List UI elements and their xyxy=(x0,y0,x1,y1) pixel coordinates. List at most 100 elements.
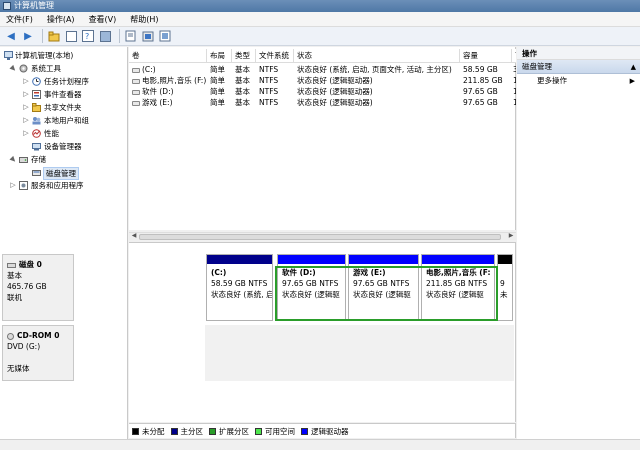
disk-status: 联机 xyxy=(7,293,22,302)
users-icon xyxy=(32,116,41,125)
settings-icon[interactable] xyxy=(158,29,172,43)
partition-size: 97.65 GB NTFS xyxy=(282,279,339,288)
tree-item-services-applications[interactable]: ▷ 服务和应用程序 xyxy=(0,179,127,192)
cell-layout: 简单 xyxy=(210,98,225,107)
legend-label: 扩展分区 xyxy=(219,426,249,436)
column-header-layout[interactable]: 布局 xyxy=(207,49,232,63)
properties-icon[interactable] xyxy=(141,29,155,43)
table-row[interactable]: (C:) 简单 基本 NTFS 状态良好 (系统, 启动, 页面文件, 活动, … xyxy=(129,64,516,75)
menu-view[interactable]: 查看(V) xyxy=(89,14,117,25)
up-folder-icon[interactable] xyxy=(47,29,61,43)
svg-text:?: ? xyxy=(85,32,89,41)
column-header-type[interactable]: 类型 xyxy=(232,49,256,63)
partition-name: 电影,照片,音乐 (F: xyxy=(426,268,491,277)
menu-help[interactable]: 帮助(H) xyxy=(130,14,158,25)
table-row[interactable]: 软件 (D:) 简单 基本 NTFS 状态良好 (逻辑驱动器) 97.65 GB… xyxy=(129,86,516,97)
show-hide-tree-icon[interactable] xyxy=(64,29,78,43)
tree-item-label: 事件查看器 xyxy=(44,90,82,99)
toolbar-separator xyxy=(42,29,43,43)
partition-f[interactable]: 电影,照片,音乐 (F: 211.85 GB NTFS 状态良好 (逻辑驱 xyxy=(421,254,495,321)
partition-status: 状态良好 (逻辑驱 xyxy=(282,290,340,299)
partition-size: 97.65 GB NTFS xyxy=(353,279,410,288)
volume-list-header: 卷 布局 类型 文件系统 状态 容量 可 xyxy=(129,49,516,63)
expand-arrow-icon[interactable]: ▷ xyxy=(22,127,30,140)
cell-status: 状态良好 (逻辑驱动器) xyxy=(297,87,373,96)
legend-item-logical: 逻辑驱动器 xyxy=(301,426,349,437)
partition-status: 状态良好 (逻辑驱 xyxy=(426,290,484,299)
cell-type: 基本 xyxy=(235,65,250,74)
tree-item-label: 计算机管理(本地) xyxy=(15,51,74,60)
expand-arrow-icon[interactable]: ▷ xyxy=(9,179,17,192)
column-header-capacity[interactable]: 容量 xyxy=(460,49,512,63)
cell-status: 状态良好 (系统, 启动, 页面文件, 活动, 主分区) xyxy=(297,65,452,74)
disk-type: DVD (G:) xyxy=(7,342,41,351)
help-icon[interactable]: ? xyxy=(81,29,95,43)
column-header-status[interactable]: 状态 xyxy=(294,49,460,63)
expand-arrow-icon[interactable]: ▷ xyxy=(22,88,30,101)
cdrom-0-label[interactable]: CD-ROM 0 DVD (G:) 无媒体 xyxy=(2,325,74,381)
status-bar xyxy=(0,439,640,450)
tree-item-device-manager[interactable]: 设备管理器 xyxy=(0,140,127,153)
cell-volume: 软件 (D:) xyxy=(129,86,207,97)
menu-file[interactable]: 文件(F) xyxy=(6,14,33,25)
cell-layout: 简单 xyxy=(210,87,225,96)
scrollbar-thumb[interactable] xyxy=(139,234,501,240)
more-actions[interactable]: 更多操作 ▶ xyxy=(517,74,640,88)
column-header-free[interactable]: 可 xyxy=(512,49,516,63)
cell-capacity: 97.65 GB xyxy=(463,98,498,107)
expand-arrow-icon[interactable]: ▷ xyxy=(22,75,30,88)
refresh-icon[interactable] xyxy=(124,29,138,43)
column-header-filesystem[interactable]: 文件系统 xyxy=(256,49,294,63)
menu-bar: 文件(F) 操作(A) 查看(V) 帮助(H) xyxy=(0,12,640,27)
legend-swatch xyxy=(170,427,178,435)
partition-bar xyxy=(278,255,345,264)
partition-status: 状态良好 (逻辑驱 xyxy=(353,290,411,299)
disk-status: 无媒体 xyxy=(7,364,30,373)
legend-swatch xyxy=(132,427,139,435)
tree-item-performance[interactable]: ▷ 性能 xyxy=(0,127,127,140)
partition-d[interactable]: 软件 (D:) 97.65 GB NTFS 状态良好 (逻辑驱 xyxy=(277,254,346,321)
tree-item-disk-management[interactable]: 磁盘管理 xyxy=(0,166,127,180)
tree-item-storage[interactable]: ▲ 存储 xyxy=(0,153,127,166)
cell-layout: 简单 xyxy=(210,76,225,85)
expand-arrow-icon[interactable]: ▷ xyxy=(22,101,30,114)
column-header-volume[interactable]: 卷 xyxy=(129,49,207,63)
tree-item-task-scheduler[interactable]: ▷ 任务计划程序 xyxy=(0,75,127,88)
legend-swatch xyxy=(209,427,216,435)
tree-item-system-tools[interactable]: ▲ 系统工具 xyxy=(0,62,127,75)
collapse-up-icon[interactable]: ▲ xyxy=(631,60,636,74)
partition-e[interactable]: 游戏 (E:) 97.65 GB NTFS 状态良好 (逻辑驱 xyxy=(348,254,419,321)
tree-item-label: 本地用户和组 xyxy=(44,116,89,125)
horizontal-scrollbar[interactable]: ◀ ▶ xyxy=(129,232,516,240)
menu-action[interactable]: 操作(A) xyxy=(47,14,75,25)
partition-c[interactable]: (C:) 58.59 GB NTFS 状态良好 (系统, 启 xyxy=(206,254,273,321)
tree-item-shared-folders[interactable]: ▷ 共享文件夹 xyxy=(0,101,127,114)
forward-arrow-icon[interactable]: ▶ xyxy=(21,29,35,43)
scroll-left-icon[interactable]: ◀ xyxy=(130,232,138,239)
actions-section-disk-management[interactable]: 磁盘管理 ▲ xyxy=(517,60,640,74)
tree-item-local-users-groups[interactable]: ▷ 本地用户和组 xyxy=(0,114,127,127)
tree-item-label: 共享文件夹 xyxy=(44,103,82,112)
computer-management-icon xyxy=(3,2,11,10)
tree-item-computer-management[interactable]: 计算机管理(本地) xyxy=(0,49,127,62)
show-hide-action-pane-icon[interactable] xyxy=(98,29,112,43)
disk-name: CD-ROM 0 xyxy=(17,331,60,340)
cell-type: 基本 xyxy=(235,98,250,107)
scroll-right-icon[interactable]: ▶ xyxy=(507,232,515,239)
partition-name: 软件 (D:) xyxy=(282,268,316,277)
table-row[interactable]: 游戏 (E:) 简单 基本 NTFS 状态良好 (逻辑驱动器) 97.65 GB… xyxy=(129,97,516,108)
disk-name: 磁盘 0 xyxy=(19,260,42,269)
legend-item-primary: 主分区 xyxy=(170,426,203,437)
cell-type: 基本 xyxy=(235,76,250,85)
tree-item-event-viewer[interactable]: ▷ 事件查看器 xyxy=(0,88,127,101)
legend-swatch xyxy=(301,427,308,435)
cdrom-volume-area[interactable] xyxy=(205,325,514,381)
partition-unallocated[interactable]: 9 未 xyxy=(497,254,513,321)
tree-item-label: 服务和应用程序 xyxy=(31,181,84,190)
disk-0-label[interactable]: 磁盘 0 基本 465.76 GB 联机 xyxy=(2,254,74,321)
cell-volume: 电影,照片,音乐 (F:) xyxy=(129,75,207,86)
table-row[interactable]: 电影,照片,音乐 (F:) 简单 基本 NTFS 状态良好 (逻辑驱动器) 21… xyxy=(129,75,516,86)
back-arrow-icon[interactable]: ◀ xyxy=(4,29,18,43)
legend-label: 逻辑驱动器 xyxy=(311,426,349,436)
expand-arrow-icon[interactable]: ▷ xyxy=(22,114,30,127)
